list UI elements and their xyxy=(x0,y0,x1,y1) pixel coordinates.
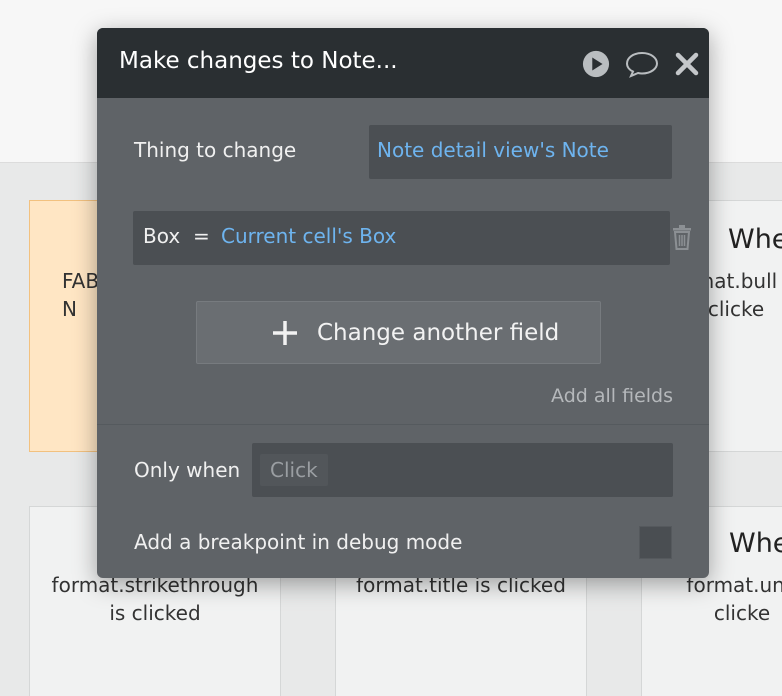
card-title: Whe xyxy=(729,528,782,559)
only-when-label: Only when xyxy=(134,458,241,482)
plus-icon xyxy=(273,321,297,345)
field-operator: = xyxy=(193,224,210,248)
change-another-field-button[interactable]: Change another field xyxy=(196,301,601,364)
thing-to-change-label: Thing to change xyxy=(134,138,297,162)
play-icon[interactable] xyxy=(581,50,611,78)
only-when-placeholder: Click xyxy=(260,454,328,486)
change-another-field-label: Change another field xyxy=(317,320,560,346)
thing-to-change-field[interactable]: Note detail view's Note xyxy=(369,125,672,179)
field-key: Box xyxy=(143,224,181,248)
comment-icon[interactable] xyxy=(625,50,659,78)
breakpoint-label: Add a breakpoint in debug mode xyxy=(134,530,463,554)
panel-title: Make changes to Note... xyxy=(119,48,398,74)
card-text: format.und clicke xyxy=(686,573,782,625)
thing-to-change-value: Note detail view's Note xyxy=(377,138,609,162)
divider xyxy=(97,424,709,425)
make-changes-panel: Make changes to Note... Thing to change … xyxy=(97,28,709,578)
add-all-fields-link[interactable]: Add all fields xyxy=(551,385,673,407)
field-value[interactable]: Current cell's Box xyxy=(221,224,396,248)
field-assignment-row[interactable]: Box = Current cell's Box xyxy=(133,211,670,265)
close-icon[interactable] xyxy=(673,50,701,78)
card-title: Whe xyxy=(728,224,782,255)
card-text: format.strikethrough is clicked xyxy=(51,573,259,625)
trash-icon[interactable] xyxy=(671,224,693,250)
breakpoint-checkbox[interactable] xyxy=(639,526,672,559)
only-when-field[interactable]: Click xyxy=(252,443,673,497)
panel-header: Make changes to Note... xyxy=(97,28,709,98)
